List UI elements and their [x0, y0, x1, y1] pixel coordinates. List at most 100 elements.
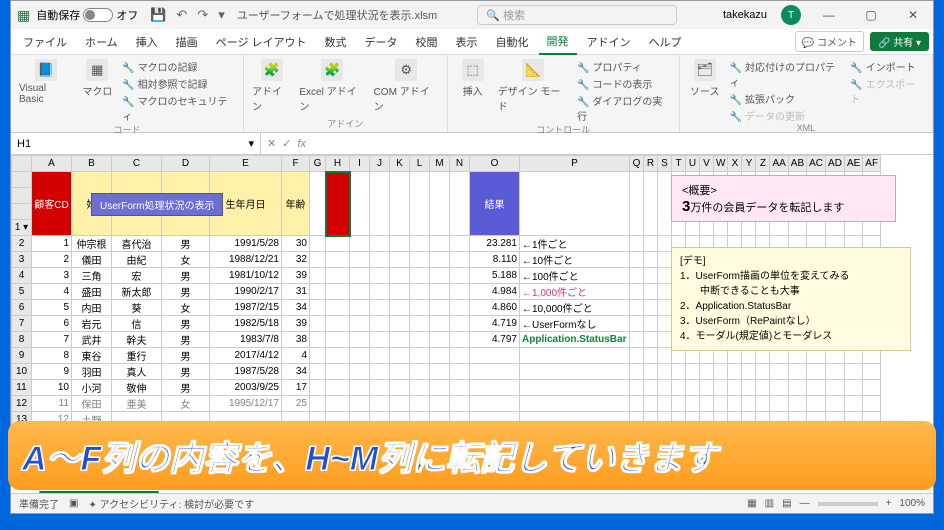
col-header[interactable]: B — [72, 156, 112, 172]
col-header[interactable]: AB — [788, 156, 806, 172]
undo-icon[interactable]: ↶ — [176, 7, 187, 23]
xml-source-button[interactable]: 🗂ソース — [688, 59, 722, 98]
maximize-button[interactable]: ▢ — [857, 8, 885, 22]
col-header[interactable]: AD — [826, 156, 845, 172]
zoom-slider[interactable] — [818, 502, 878, 506]
properties-button[interactable]: プロパティ — [577, 59, 671, 74]
row-header[interactable]: 11 — [12, 380, 32, 396]
excel-addin-button[interactable]: 🧩Excel アドイン — [299, 59, 365, 113]
accessibility-status[interactable]: ✦ アクセシビリティ: 検討が必要です — [88, 496, 254, 511]
col-header[interactable]: S — [658, 156, 672, 172]
col-header[interactable]: C — [112, 156, 162, 172]
row-header[interactable]: 6 — [12, 300, 32, 316]
cancel-icon[interactable]: ✕ — [267, 137, 276, 150]
save-icon[interactable]: 💾 — [150, 7, 166, 23]
row-header[interactable]: 12 — [12, 396, 32, 412]
col-header[interactable]: H — [326, 156, 350, 172]
row-header[interactable]: 2 — [12, 236, 32, 252]
col-header[interactable]: N — [450, 156, 470, 172]
macro-security-button[interactable]: マクロのセキュリティ — [122, 93, 235, 123]
fx-icon[interactable]: fx — [297, 138, 306, 150]
view-code-button[interactable]: コードの表示 — [577, 76, 671, 91]
avatar[interactable]: T — [781, 5, 801, 25]
col-header[interactable]: Q — [630, 156, 644, 172]
tab-draw[interactable]: 描画 — [168, 30, 206, 54]
col-header[interactable]: R — [644, 156, 658, 172]
tab-help[interactable]: ヘルプ — [641, 30, 690, 54]
username[interactable]: takekazu — [723, 9, 767, 21]
xml-import-button[interactable]: インポート — [850, 59, 924, 74]
addin-button[interactable]: 🧩アドイン — [252, 59, 291, 113]
col-header[interactable]: F — [282, 156, 310, 172]
run-dialog-button[interactable]: ダイアログの実行 — [577, 93, 671, 123]
col-header[interactable]: L — [410, 156, 430, 172]
xml-export-button[interactable]: エクスポート — [850, 76, 924, 106]
view-normal-icon[interactable]: ▦ — [747, 498, 756, 509]
name-box[interactable]: H1▾ — [11, 133, 261, 154]
design-mode-button[interactable]: 📐デザイン モード — [498, 59, 569, 113]
row-header[interactable]: 4 — [12, 268, 32, 284]
tab-developer[interactable]: 開発 — [539, 29, 577, 55]
search-input[interactable]: 🔍 検索 — [477, 5, 677, 25]
row-header[interactable]: 3 — [12, 252, 32, 268]
col-header[interactable]: Z — [756, 156, 770, 172]
dropdown-icon[interactable]: ▾ — [218, 7, 225, 23]
row-header[interactable]: 7 — [12, 316, 32, 332]
row-header[interactable]: 9 — [12, 348, 32, 364]
col-header[interactable]: E — [210, 156, 282, 172]
insert-control-button[interactable]: ⬚挿入 — [456, 59, 490, 98]
view-break-icon[interactable]: ▤ — [782, 498, 791, 509]
relative-ref-button[interactable]: 相対参照で記録 — [122, 76, 235, 91]
xml-pack-button[interactable]: 拡張パック — [730, 91, 843, 106]
tab-layout[interactable]: ページ レイアウト — [208, 30, 315, 54]
col-header[interactable]: K — [390, 156, 410, 172]
row-header[interactable]: 8 — [12, 332, 32, 348]
visual-basic-button[interactable]: 📘Visual Basic — [19, 59, 72, 105]
col-header[interactable]: AC — [807, 156, 826, 172]
xml-refresh-button[interactable]: データの更新 — [730, 108, 843, 123]
view-layout-icon[interactable]: ▥ — [765, 498, 774, 509]
record-macro-button[interactable]: マクロの記録 — [122, 59, 235, 74]
close-button[interactable]: ✕ — [899, 8, 927, 22]
zoom-out-icon[interactable]: — — [800, 498, 810, 509]
col-header[interactable]: A — [32, 156, 72, 172]
tab-file[interactable]: ファイル — [15, 30, 75, 54]
tab-home[interactable]: ホーム — [77, 30, 126, 54]
tab-formula[interactable]: 数式 — [317, 30, 355, 54]
col-header[interactable]: U — [686, 156, 700, 172]
redo-icon[interactable]: ↷ — [197, 7, 208, 23]
comment-button[interactable]: 💬 コメント — [795, 31, 864, 52]
col-header[interactable]: AF — [863, 156, 881, 172]
macro-button[interactable]: ▦マクロ — [80, 59, 114, 98]
zoom-in-icon[interactable]: + — [886, 498, 892, 509]
autosave-toggle[interactable]: 自動保存 オフ — [36, 7, 138, 23]
col-header[interactable]: I — [350, 156, 370, 172]
col-header[interactable]: T — [672, 156, 686, 172]
row-header[interactable]: 5 — [12, 284, 32, 300]
col-header[interactable]: W — [714, 156, 728, 172]
col-header[interactable]: O — [470, 156, 520, 172]
col-header[interactable]: V — [700, 156, 714, 172]
col-header[interactable]: D — [162, 156, 210, 172]
col-header[interactable]: M — [430, 156, 450, 172]
tab-data[interactable]: データ — [357, 30, 406, 54]
tab-addin[interactable]: アドイン — [579, 30, 639, 54]
tab-auto[interactable]: 自動化 — [488, 30, 537, 54]
macro-rec-icon[interactable]: ▣ — [69, 498, 78, 509]
col-header[interactable]: AA — [770, 156, 788, 172]
col-header[interactable]: P — [520, 156, 630, 172]
zoom-level[interactable]: 100% — [899, 498, 925, 509]
share-button[interactable]: 🔗 共有 ▾ — [870, 32, 929, 51]
col-header[interactable]: J — [370, 156, 390, 172]
tab-insert[interactable]: 挿入 — [128, 30, 166, 54]
enter-icon[interactable]: ✓ — [282, 137, 291, 150]
col-header[interactable]: X — [728, 156, 742, 172]
minimize-button[interactable]: — — [815, 8, 843, 22]
col-header[interactable]: G — [310, 156, 326, 172]
com-addin-button[interactable]: ⚙COM アドイン — [374, 59, 439, 113]
col-header[interactable]: AE — [844, 156, 862, 172]
tab-review[interactable]: 校閲 — [408, 30, 446, 54]
col-header[interactable]: Y — [742, 156, 756, 172]
chevron-down-icon[interactable]: ▾ — [248, 137, 254, 150]
xml-prop-button[interactable]: 対応付けのプロパティ — [730, 59, 843, 89]
